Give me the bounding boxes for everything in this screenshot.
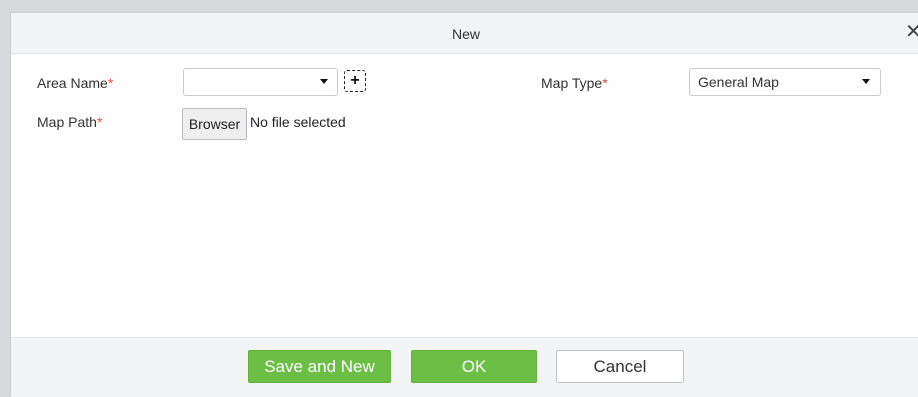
chevron-down-icon	[320, 79, 328, 84]
plus-icon: +	[350, 72, 360, 89]
required-mark: *	[107, 75, 114, 91]
chevron-down-icon	[862, 79, 870, 84]
map-type-label-text: Map Type	[541, 75, 603, 91]
map-path-label: Map Path*	[37, 114, 102, 130]
map-type-select[interactable]: General Map	[689, 68, 881, 96]
dialog-title: New	[451, 26, 480, 42]
required-mark: *	[96, 114, 103, 130]
save-and-new-button[interactable]: Save and New	[248, 350, 391, 383]
close-icon[interactable]: ✕	[905, 21, 918, 43]
ok-button[interactable]: OK	[411, 350, 537, 383]
area-name-label-text: Area Name	[37, 75, 108, 91]
file-status-text: No file selected	[250, 114, 346, 130]
area-name-select[interactable]	[183, 68, 338, 96]
new-dialog: New ✕ Area Name* + Map Type* General Map…	[10, 12, 918, 397]
browse-button[interactable]: Browser	[182, 108, 247, 140]
required-mark: *	[602, 75, 608, 91]
area-name-label: Area Name*	[37, 75, 113, 91]
map-type-label: Map Type*	[541, 75, 608, 91]
map-type-value: General Map	[698, 74, 779, 90]
dialog-title-bar: New ✕	[11, 13, 918, 54]
map-path-label-text: Map Path	[37, 114, 97, 130]
cancel-button[interactable]: Cancel	[556, 350, 684, 383]
add-area-button[interactable]: +	[344, 70, 366, 92]
dialog-footer: Save and New OK Cancel	[11, 337, 918, 397]
